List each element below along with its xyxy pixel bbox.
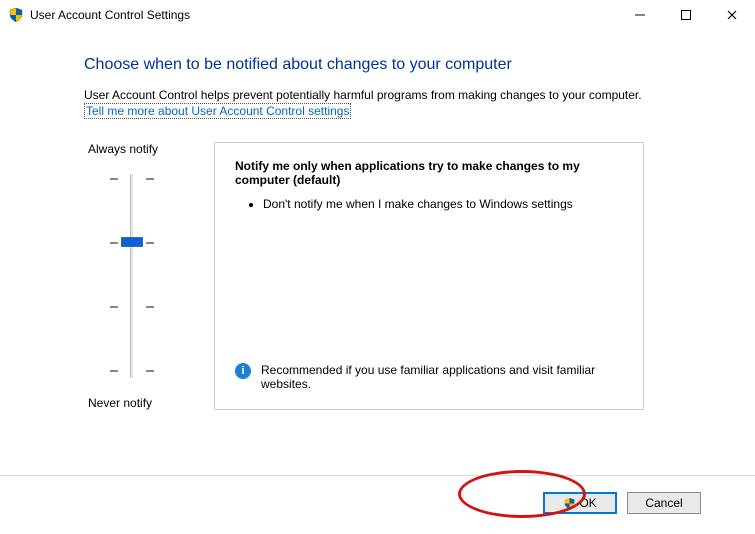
info-icon: i [235, 363, 251, 379]
slider-label-bottom: Never notify [88, 396, 204, 410]
recommendation-text: Recommended if you use familiar applicat… [261, 363, 623, 391]
minimize-button[interactable] [617, 0, 663, 30]
window-title: User Account Control Settings [30, 8, 190, 22]
window-buttons [617, 0, 755, 30]
cancel-button-label: Cancel [645, 496, 682, 510]
panel-title: Notify me only when applications try to … [235, 159, 623, 187]
description-text: User Account Control helps prevent poten… [84, 88, 695, 102]
notify-slider[interactable] [102, 166, 162, 386]
footer-separator [0, 475, 755, 476]
notification-panel: Notify me only when applications try to … [214, 142, 644, 410]
slider-track [130, 174, 134, 378]
slider-tick [102, 178, 162, 179]
page-heading: Choose when to be notified about changes… [84, 56, 695, 74]
ok-button[interactable]: OK [543, 492, 617, 514]
help-link[interactable]: Tell me more about User Account Control … [84, 103, 351, 119]
titlebar: User Account Control Settings [0, 0, 755, 30]
slider-tick [102, 370, 162, 371]
cancel-button[interactable]: Cancel [627, 492, 701, 514]
content-area: Choose when to be notified about changes… [0, 30, 755, 410]
footer-buttons: OK Cancel [543, 492, 701, 514]
panel-bullet: Don't notify me when I make changes to W… [263, 197, 623, 211]
panel-bullet-list: Don't notify me when I make changes to W… [235, 197, 623, 211]
recommendation-row: i Recommended if you use familiar applic… [235, 363, 623, 391]
ok-button-label: OK [579, 496, 596, 510]
slider-label-top: Always notify [88, 142, 204, 156]
maximize-button[interactable] [663, 0, 709, 30]
close-button[interactable] [709, 0, 755, 30]
shield-icon [8, 7, 24, 23]
shield-icon [563, 497, 576, 510]
slider-column: Always notify Never notify [84, 142, 204, 410]
slider-thumb[interactable] [121, 237, 143, 247]
slider-tick [102, 306, 162, 307]
